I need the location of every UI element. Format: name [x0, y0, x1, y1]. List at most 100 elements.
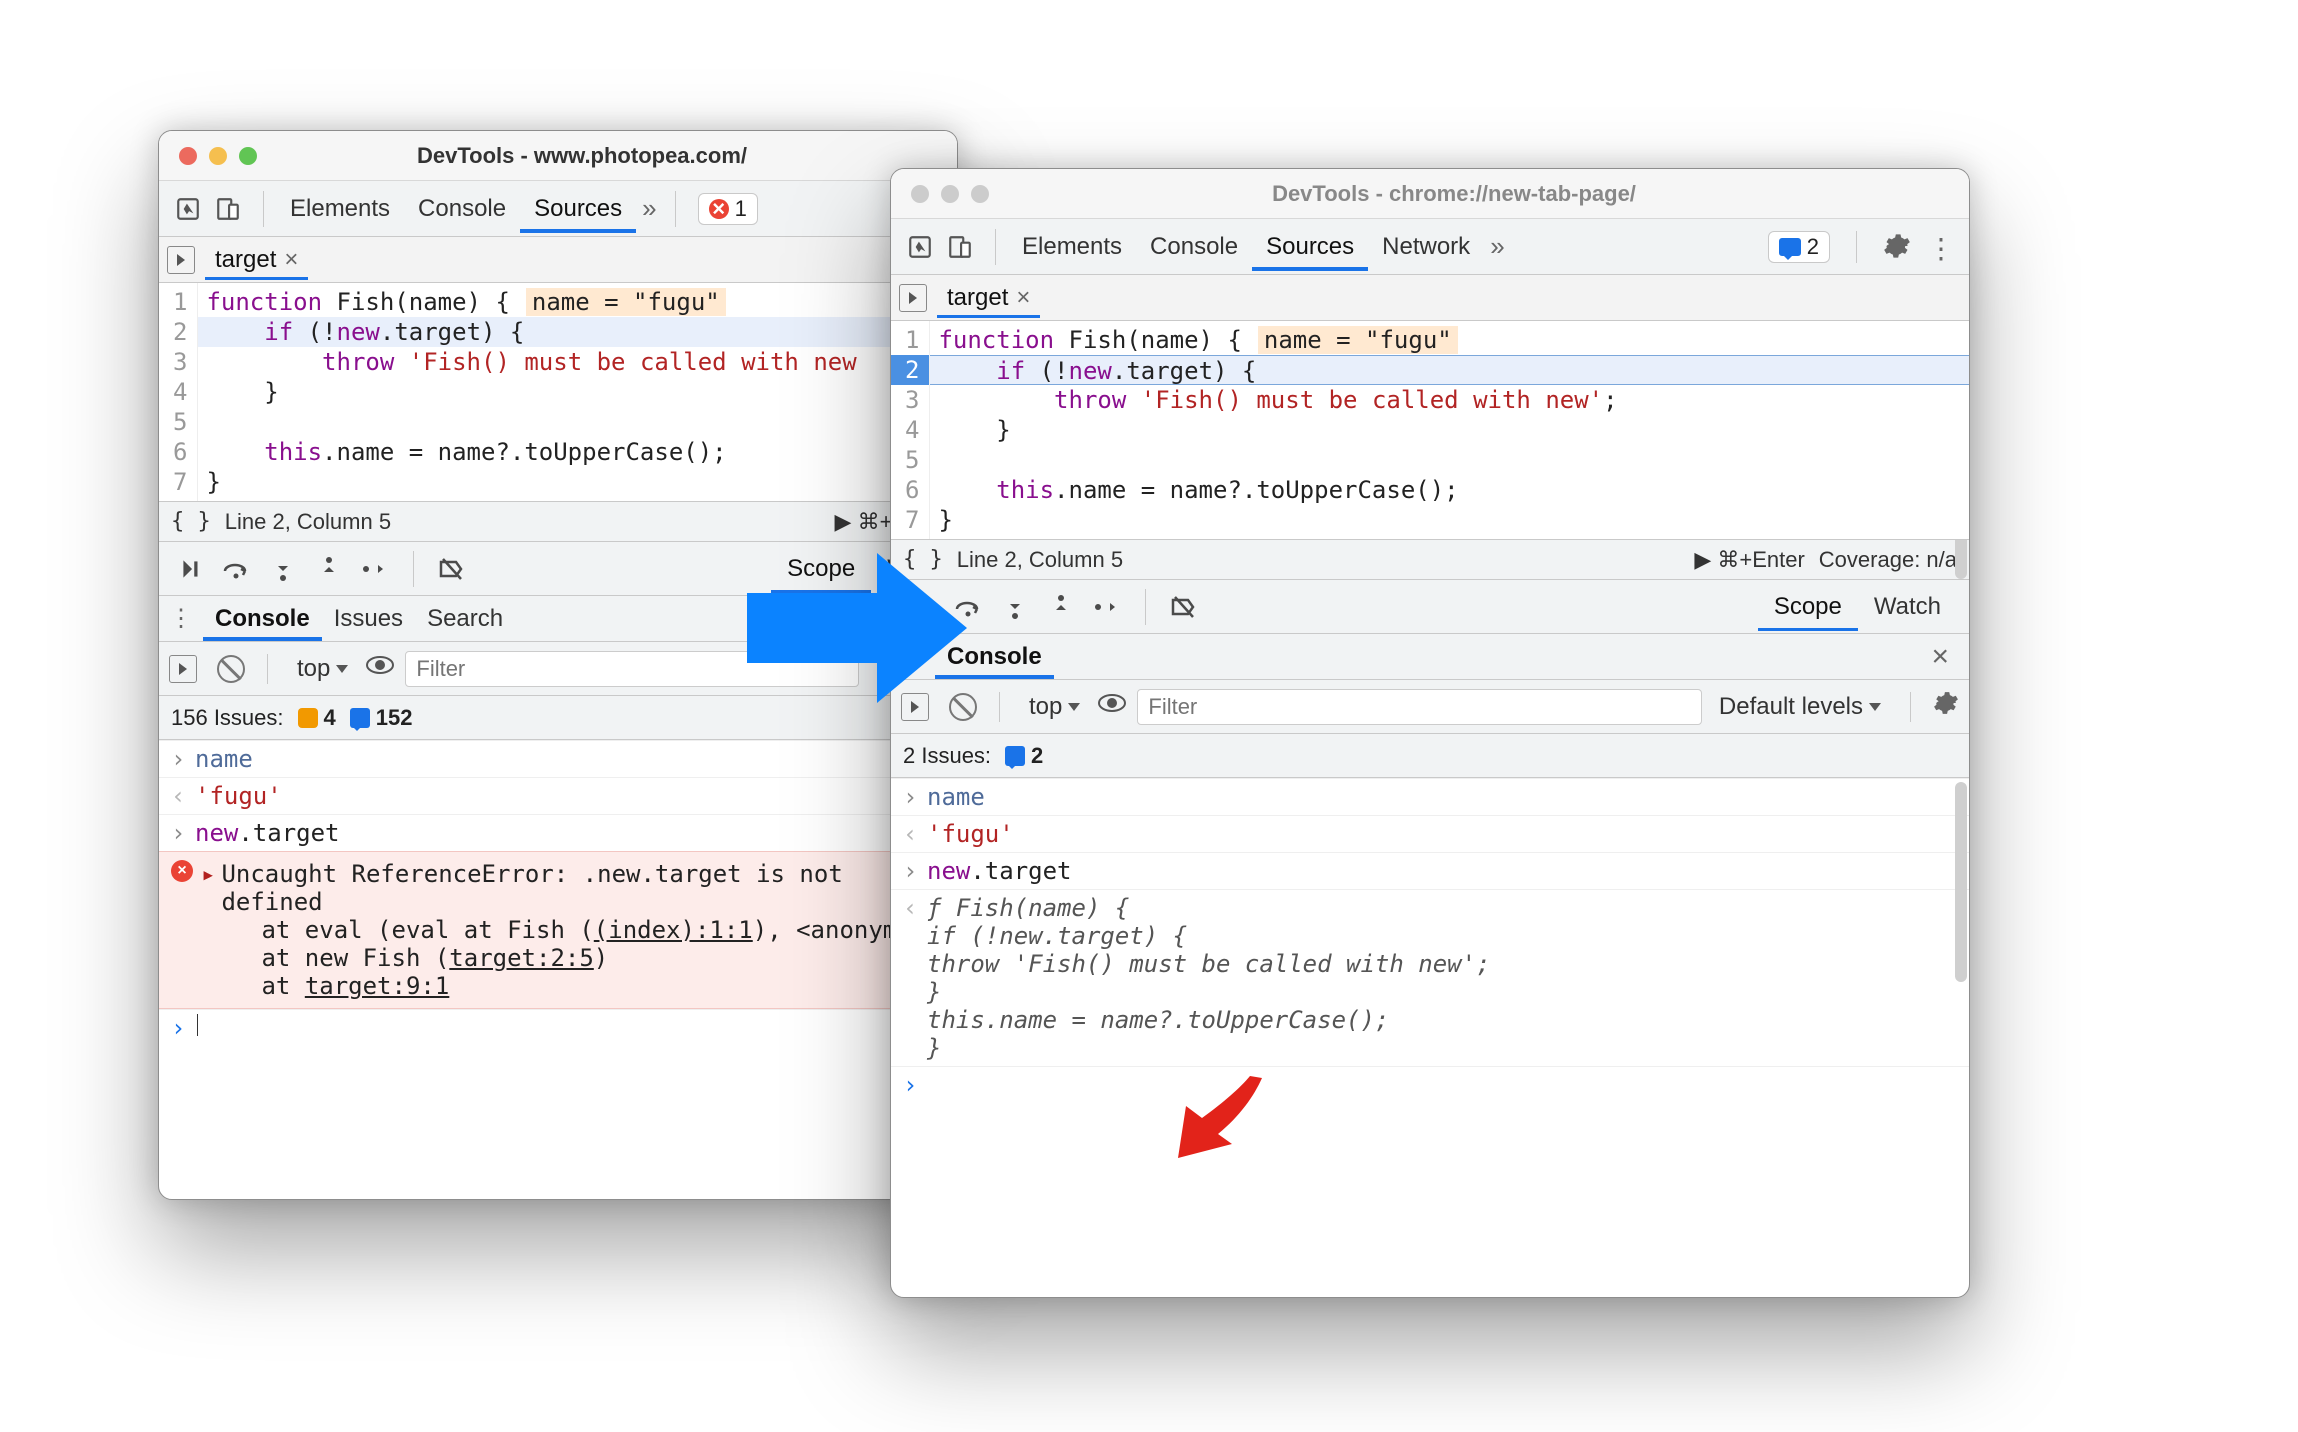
source-editor[interactable]: 1234567 function Fish(name) {name = "fug…	[159, 283, 957, 502]
tab-console[interactable]: Console	[404, 185, 520, 233]
file-tab-target[interactable]: target×	[205, 240, 308, 280]
annotation-pointer-icon	[1170, 1072, 1270, 1162]
kebab-icon[interactable]: ⋮	[169, 604, 193, 633]
tab-scope[interactable]: Scope	[1758, 583, 1858, 631]
run-snippet[interactable]: ▶ ⌘+Enter	[1694, 547, 1804, 573]
more-tabs-icon[interactable]: »	[636, 193, 662, 224]
close-icon[interactable]: ×	[284, 246, 298, 274]
warning-count: 4	[298, 705, 336, 731]
return-icon	[903, 820, 917, 848]
step-over-icon[interactable]	[217, 549, 257, 589]
annotation-arrow-icon	[744, 548, 970, 708]
editor-statusbar: { } Line 2, Column 5 ▶ ⌘+Enter	[159, 502, 957, 542]
console-filterbar: top Default levels	[891, 680, 1969, 734]
titlebar: DevTools - www.photopea.com/	[159, 131, 957, 181]
gear-icon[interactable]	[1883, 232, 1913, 262]
issues-bar[interactable]: 2 Issues: 2	[891, 734, 1969, 778]
levels-selector[interactable]: Default levels	[1712, 690, 1888, 724]
step-icon[interactable]	[1087, 587, 1127, 627]
live-expression-icon[interactable]	[365, 654, 395, 683]
zoom-dot[interactable]	[971, 185, 989, 203]
close-dot[interactable]	[911, 185, 929, 203]
return-icon	[903, 894, 917, 922]
line-gutter: 1 2 34567	[891, 321, 930, 539]
return-icon	[171, 782, 185, 810]
braces-icon[interactable]: { }	[171, 509, 211, 534]
console-prompt[interactable]: ›	[159, 1009, 957, 1046]
result-function: ƒ Fish(name) { if (!new.target) { throw …	[927, 894, 1491, 1062]
zoom-dot[interactable]	[239, 147, 257, 165]
tab-network[interactable]: Network	[1368, 223, 1484, 271]
tab-watch[interactable]: Watch	[1858, 583, 1957, 631]
code-body: function Fish(name) {name = "fugu" if (!…	[930, 321, 1969, 539]
error-count-badge[interactable]: 1	[698, 193, 758, 225]
minimize-dot[interactable]	[941, 185, 959, 203]
drawer-tab-search[interactable]: Search	[415, 597, 515, 641]
coverage-label: Coverage: n/a	[1819, 547, 1957, 573]
live-expression-icon[interactable]	[1097, 692, 1127, 721]
main-toolbar: Elements Console Sources Network » 2 ⋮	[891, 219, 1969, 275]
minimize-dot[interactable]	[209, 147, 227, 165]
prompt-icon	[903, 857, 917, 885]
step-icon[interactable]	[355, 549, 395, 589]
tab-sources[interactable]: Sources	[1252, 223, 1368, 271]
stack-link[interactable]: target:9:1	[305, 972, 450, 1000]
tab-sources[interactable]: Sources	[520, 185, 636, 233]
drawer-tab-issues[interactable]: Issues	[322, 597, 415, 641]
filter-input[interactable]	[1137, 689, 1702, 725]
gear-icon[interactable]	[1933, 690, 1959, 723]
kebab-icon[interactable]: ⋮	[1927, 232, 1957, 262]
console-prompt[interactable]: ›	[891, 1066, 1969, 1103]
feedback-count: 152	[350, 705, 413, 731]
tab-elements[interactable]: Elements	[276, 185, 404, 233]
drawer-tabs: ⋮ Console ×	[891, 634, 1969, 680]
more-tabs-icon[interactable]: »	[1484, 231, 1510, 262]
cursor-position: Line 2, Column 5	[225, 509, 391, 535]
main-toolbar: Elements Console Sources » 1	[159, 181, 957, 237]
step-out-icon[interactable]	[309, 549, 349, 589]
nav-toggle-icon[interactable]	[899, 284, 927, 312]
drawer-tab-console[interactable]: Console	[203, 597, 322, 641]
nav-toggle-icon[interactable]	[167, 246, 195, 274]
file-tab-target[interactable]: target×	[937, 278, 1040, 318]
window-title: DevTools - chrome://new-tab-page/	[989, 181, 1919, 207]
titlebar: DevTools - chrome://new-tab-page/	[891, 169, 1969, 219]
close-drawer-icon[interactable]: ×	[1921, 640, 1959, 674]
step-out-icon[interactable]	[1041, 587, 1081, 627]
clear-console-icon[interactable]	[217, 655, 245, 683]
prompt-icon	[903, 783, 917, 811]
stack-link[interactable]: target:2:5	[449, 944, 594, 972]
resume-icon[interactable]	[171, 549, 211, 589]
error-icon: ×	[171, 860, 193, 882]
feedback-badge[interactable]: 2	[1768, 231, 1830, 263]
scrollbar-thumb[interactable]	[1955, 782, 1967, 982]
close-dot[interactable]	[179, 147, 197, 165]
inspect-icon[interactable]	[171, 192, 205, 226]
source-editor[interactable]: 1 2 34567 function Fish(name) {name = "f…	[891, 321, 1969, 540]
window-controls	[179, 147, 257, 165]
step-into-icon[interactable]	[995, 587, 1035, 627]
step-into-icon[interactable]	[263, 549, 303, 589]
issues-label: 156 Issues:	[171, 705, 284, 731]
tab-elements[interactable]: Elements	[1008, 223, 1136, 271]
context-selector[interactable]: top	[1022, 690, 1087, 724]
debugger-toolbar: Scope Watch	[891, 580, 1969, 634]
console-sidebar-icon[interactable]	[169, 655, 197, 683]
deactivate-breakpoints-icon[interactable]	[432, 549, 472, 589]
close-icon[interactable]: ×	[1016, 284, 1030, 312]
window-controls	[911, 185, 989, 203]
device-icon[interactable]	[211, 192, 245, 226]
editor-statusbar: { } Line 2, Column 5 ▶ ⌘+Enter Coverage:…	[891, 540, 1969, 580]
console-output: name 'fugu' new.target ƒ Fish(name) { if…	[891, 778, 1969, 1103]
device-icon[interactable]	[943, 230, 977, 264]
devtools-window-right: DevTools - chrome://new-tab-page/ Elemen…	[890, 168, 1970, 1298]
code-body: function Fish(name) {name = "fugu" if (!…	[198, 283, 957, 501]
stack-link[interactable]: (index):1:1	[594, 916, 753, 944]
tab-console[interactable]: Console	[1136, 223, 1252, 271]
line-gutter: 1234567	[159, 283, 198, 501]
prompt-icon	[171, 819, 185, 847]
error-message: × ▸ Uncaught ReferenceError: .new.target…	[159, 851, 957, 1009]
context-selector[interactable]: top	[290, 652, 355, 686]
inspect-icon[interactable]	[903, 230, 937, 264]
deactivate-breakpoints-icon[interactable]	[1164, 587, 1204, 627]
